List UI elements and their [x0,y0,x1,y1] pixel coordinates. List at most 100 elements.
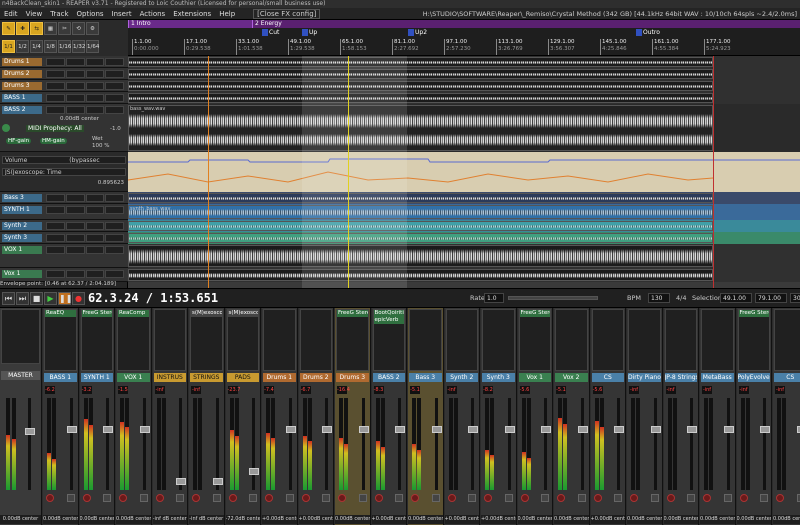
channel-name[interactable]: BASS 2 [372,373,405,382]
fx-list[interactable]: FreeG Stereo [737,309,770,371]
track-name[interactable]: Bass 3 [2,194,42,202]
mixer-channel[interactable]: Synth 2 -inf +0.00dB center [444,308,480,525]
toolbar-button-3[interactable]: ⇆ [30,22,43,35]
mixer-channel[interactable]: Bass 3 -5.1 0.00dB center [408,308,444,525]
record-arm-icon[interactable] [557,494,565,502]
mute-button[interactable] [358,494,367,502]
media-item[interactable] [128,245,713,267]
toolbar-button-2[interactable]: ✚ [16,22,29,35]
track-header-bass-3[interactable]: Bass 3 [0,192,128,204]
peak-readout[interactable]: -5.6 [519,386,530,394]
mixer-channel[interactable]: FreeG Stereo Vox 1 -5.6 0.00dB center [517,308,553,525]
fx-list[interactable]: ReaComp [117,309,150,371]
peak-readout[interactable]: -16.4 [337,386,350,394]
channel-name[interactable]: Synth 3 [482,373,515,382]
mute-button[interactable] [322,494,330,502]
grid-1-4-button[interactable]: 1/4 [30,40,43,53]
record-arm-icon[interactable] [338,494,346,502]
peak-readout[interactable]: -5.1 [556,386,566,394]
region-1[interactable]: 1 Intro [128,20,252,28]
volume-fader[interactable] [212,398,223,490]
fx-slot[interactable]: ReaComp [118,310,149,317]
volume-fader[interactable] [650,398,661,490]
record-arm-icon[interactable] [739,494,748,502]
fx-list[interactable]: FreeG Stereo [336,309,369,371]
record-arm-icon[interactable] [447,494,456,502]
media-item[interactable] [128,57,713,67]
peak-readout[interactable]: -8.3 [373,386,384,394]
volume-fader[interactable] [395,398,405,490]
fader-knob[interactable] [249,468,259,475]
media-item[interactable] [128,193,713,203]
fx-slot[interactable]: s(M)exoscope [227,310,258,317]
play-icon[interactable]: ▶ [44,292,57,305]
mixer-channel[interactable]: ReaEQ BASS 1 -6.2 0.00dB center [43,308,79,525]
hf-gain-label[interactable]: HF-gain [6,138,32,144]
track-header-synth-2[interactable]: Synth 2 [0,220,128,232]
mixer-channel[interactable]: FreeG Stereo Drums 3 -16.4 0.00dB center [335,308,371,525]
channel-name[interactable]: BASS 1 [44,373,77,382]
bpm-field[interactable]: 130 [648,293,670,303]
grid-1-64-button[interactable]: 1/64 [86,40,99,53]
toolbar-button-6[interactable]: ⟲ [72,22,85,35]
grid-1-2-button[interactable]: 1/2 [16,40,29,53]
track-header-drums-1[interactable]: Drums 1 [0,56,128,68]
mute-button[interactable] [395,494,403,502]
fader-knob[interactable] [577,426,588,433]
peak-readout[interactable]: -inf [775,386,785,394]
fx-slot[interactable]: FreeG Stereo [519,310,550,317]
volume-fader[interactable] [285,398,296,490]
power-icon[interactable] [2,124,10,132]
record-arm-icon[interactable] [155,494,164,502]
track-name[interactable]: Synth 3 [2,234,42,242]
menu-insert[interactable]: Insert [108,10,136,18]
mute-button[interactable] [650,494,659,502]
fx-list[interactable] [409,309,442,371]
master-name[interactable]: MASTER [1,371,40,380]
media-item-bass-wav[interactable]: bass_wav.wav [128,105,713,151]
volume-fader[interactable] [577,398,588,490]
peak-readout[interactable]: -inf [665,386,676,394]
mixer-channel[interactable]: BootQoiriti epicVerb BASS 2 -8.3 +0.00dB cen… [371,308,407,525]
mute-button[interactable] [103,494,111,502]
fx-list[interactable]: s(M)exoscope [226,309,259,371]
track-name[interactable]: Synth 2 [2,222,42,230]
media-item[interactable] [128,221,713,231]
mute-button[interactable] [541,494,549,502]
volume-fader[interactable] [249,398,259,490]
toolbar-button-5[interactable]: ✂ [58,22,71,35]
track-header-bass-1[interactable]: BASS 1 [0,92,128,104]
mixer-channel[interactable]: CS -inf 0.00dB center [773,308,800,525]
media-item[interactable] [128,93,713,103]
mute-button[interactable] [504,494,513,502]
menu-help[interactable]: Help [215,10,239,18]
volume-fader[interactable] [431,398,442,490]
peak-readout[interactable]: -inf [154,386,165,394]
mixer-channel[interactable]: Vox 2 -5.1 0.00dB center [554,308,590,525]
mute-button[interactable] [687,494,695,502]
peak-readout[interactable]: -inf [738,386,749,394]
toolbar-button-4[interactable]: ▦ [44,22,57,35]
record-arm-icon[interactable] [593,494,602,502]
media-item[interactable] [128,81,713,91]
mixer-channel[interactable]: INSTRUS -inf -inf dB center [152,308,188,525]
record-arm-icon[interactable] [265,494,273,502]
record-arm-icon[interactable] [703,494,711,502]
fx-list[interactable] [664,309,697,371]
menu-edit[interactable]: Edit [0,10,22,18]
volume-fader[interactable] [358,398,369,490]
menu-extensions[interactable]: Extensions [169,10,215,18]
track-name[interactable]: VOX 1 [2,246,42,254]
fader-knob[interactable] [760,426,770,433]
marker-4[interactable]: Outro [636,29,660,37]
channel-name[interactable]: STRINGS [190,373,223,382]
track-name[interactable]: SYNTH 1 [2,206,42,214]
volume-fader[interactable] [687,398,697,490]
mute-button[interactable] [249,494,257,502]
envelope-volume[interactable]: Volume (bypassec [2,156,126,164]
fx-list[interactable] [774,309,800,371]
volume-fader[interactable] [723,398,734,490]
fx-list[interactable] [591,309,624,371]
pause-icon[interactable]: ❚❚ [58,292,72,305]
volume-fader[interactable] [322,398,332,490]
